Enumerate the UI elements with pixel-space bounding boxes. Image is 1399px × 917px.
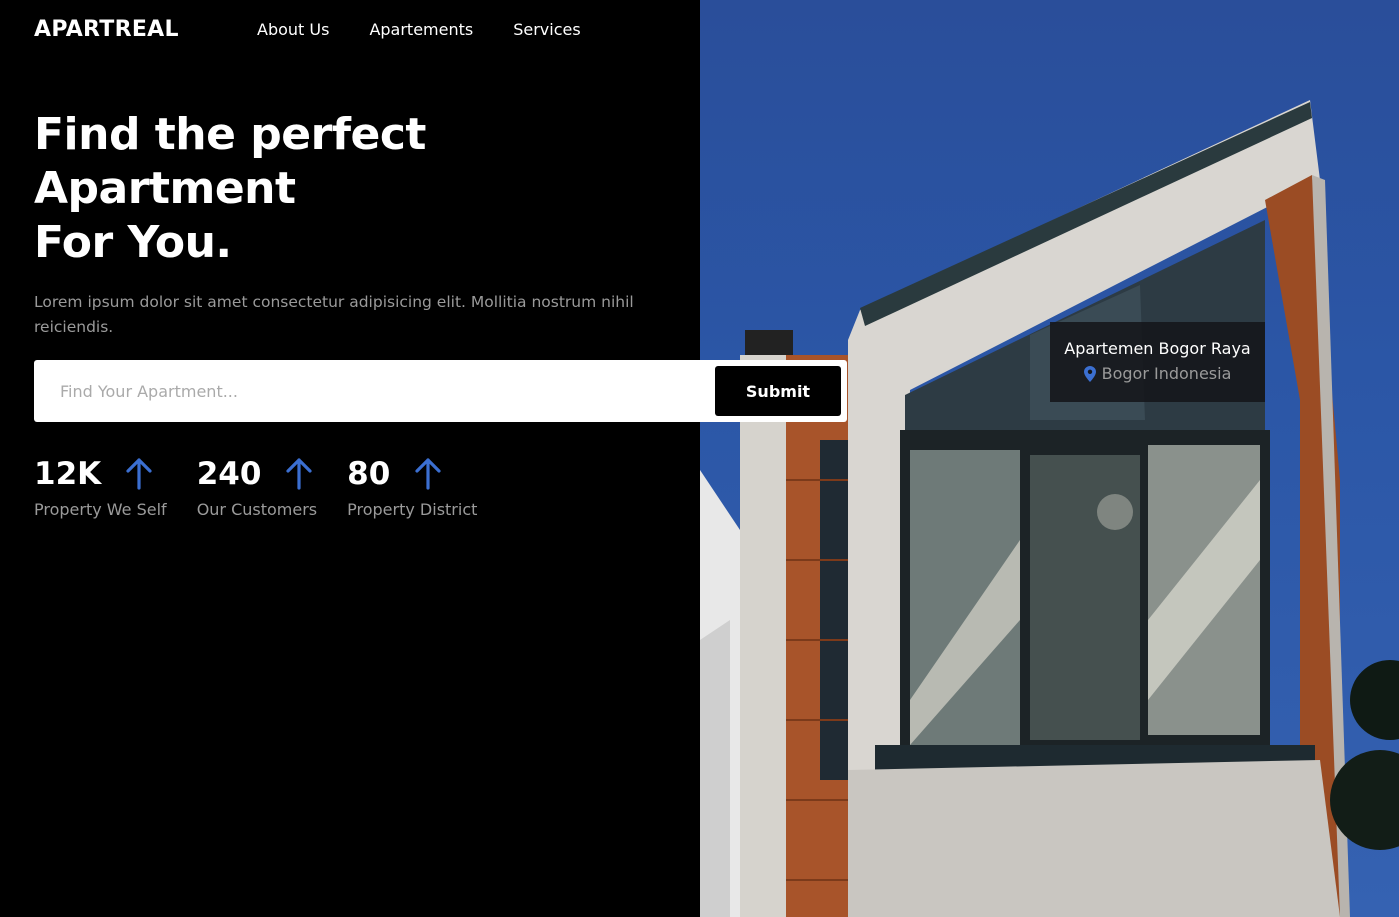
submit-button[interactable]: Submit	[715, 366, 841, 416]
stats-row: 12K Property We Self 240 Our Customers 8…	[34, 452, 507, 519]
hero-headline: Find the perfect Apartment For You.	[34, 108, 426, 270]
stat-item: 80 Property District	[347, 452, 477, 519]
headline-line-2: Apartment	[34, 163, 296, 214]
arrow-up-icon	[415, 458, 441, 490]
brand-logo[interactable]: APARTREAL	[34, 17, 179, 42]
stat-item: 12K Property We Self	[34, 452, 167, 519]
stat-label: Property District	[347, 500, 478, 519]
search-input[interactable]	[60, 360, 700, 422]
nav-about-us[interactable]: About Us	[257, 20, 329, 39]
location-title: Apartemen Bogor Raya	[1064, 339, 1251, 358]
location-card[interactable]: Apartemen Bogor Raya Bogor Indonesia	[1050, 322, 1265, 402]
hero-description: Lorem ipsum dolor sit amet consectetur a…	[34, 293, 634, 336]
map-pin-icon	[1083, 365, 1096, 382]
apartment-building-image	[700, 100, 1399, 917]
hero-image: Apartemen Bogor Raya Bogor Indonesia	[700, 0, 1399, 917]
stat-value: 240	[196, 456, 262, 492]
main-nav: About Us Apartements Services	[257, 20, 581, 39]
stat-item: 240 Our Customers	[197, 452, 317, 519]
headline-line-1: Find the perfect	[34, 109, 426, 160]
location-subtitle: Bogor Indonesia	[1101, 364, 1232, 383]
arrow-up-icon	[286, 458, 313, 490]
nav-services[interactable]: Services	[513, 20, 580, 39]
search-bar: Submit	[34, 360, 847, 422]
headline-line-3: For You.	[34, 217, 232, 268]
hero-left-panel: APARTREAL About Us Apartements Services …	[0, 0, 700, 917]
arrow-up-icon	[126, 458, 152, 490]
nav-apartements[interactable]: Apartements	[369, 20, 473, 39]
stat-value: 80	[347, 456, 391, 492]
stat-label: Property We Self	[34, 500, 167, 519]
stat-value: 12K	[34, 456, 102, 492]
stat-label: Our Customers	[196, 500, 318, 519]
